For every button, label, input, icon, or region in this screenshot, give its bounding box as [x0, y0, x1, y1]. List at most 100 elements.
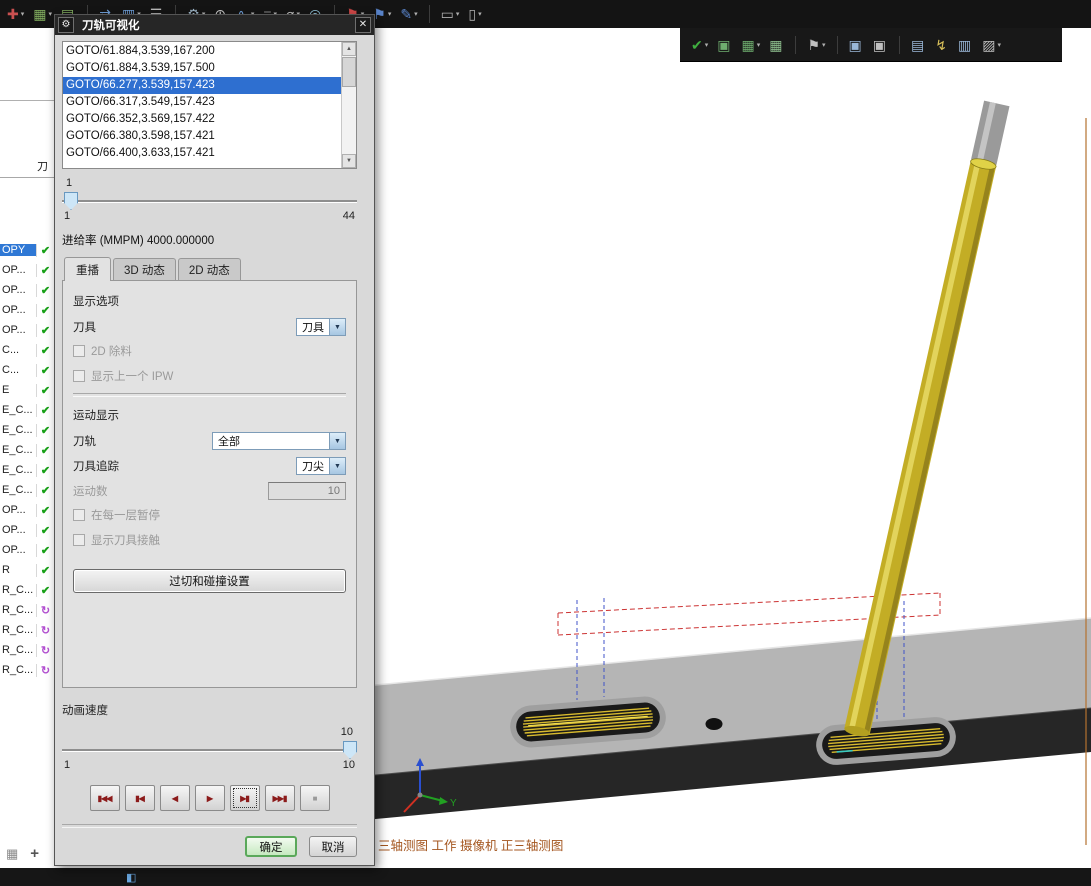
toolbar-icon[interactable]: ▣ — [870, 33, 891, 57]
animation-speed-slider[interactable] — [62, 740, 357, 759]
operation-row[interactable]: E_C... ✔ — [0, 480, 54, 500]
toolbar-icon[interactable]: ↯ — [932, 33, 952, 57]
operation-row[interactable]: OP... ✔ — [0, 260, 54, 280]
toolbar-icon[interactable]: ✎ ▾ — [397, 2, 420, 26]
tool-track-dropdown[interactable]: 刀尖 ▼ — [296, 457, 346, 475]
goto-line[interactable]: GOTO/61.884,3.539,157.500 — [63, 60, 341, 77]
goto-list[interactable]: GOTO/61.884,3.539,167.200 GOTO/61.884,3.5… — [62, 41, 357, 169]
operation-status-icon: ↻ — [36, 643, 54, 657]
dropdown-arrow-icon[interactable]: ▼ — [329, 433, 345, 449]
chevron-down-icon: ▾ — [48, 11, 52, 18]
tab[interactable]: 3D 动态 — [113, 258, 176, 280]
goto-line[interactable]: GOTO/66.277,3.539,157.423 — [63, 77, 341, 94]
toolbar-icon[interactable] — [795, 35, 797, 54]
playback-button[interactable]: ▶▶▮ — [264, 785, 295, 811]
tab[interactable]: 重播 — [64, 257, 111, 281]
progress-slider[interactable] — [62, 191, 357, 210]
operation-row[interactable]: C... ✔ — [0, 340, 54, 360]
cancel-button[interactable]: 取消 — [309, 836, 357, 857]
dialog-settings-button[interactable]: ⚙ — [58, 17, 74, 33]
operation-row[interactable]: E_C... ✔ — [0, 400, 54, 420]
operation-row[interactable]: R_C... ✔ — [0, 580, 54, 600]
slider-track[interactable] — [62, 749, 357, 752]
operation-row[interactable]: E_C... ✔ — [0, 440, 54, 460]
operation-name: OP... — [2, 264, 26, 276]
toolbar-icon[interactable]: ✔ ▾ — [688, 33, 711, 57]
toolbar-icon[interactable]: ✚ ▾ — [4, 2, 27, 26]
operation-row[interactable]: R_C... ↻ — [0, 600, 54, 620]
operation-row[interactable]: R_C... ↻ — [0, 620, 54, 640]
dialog-titlebar[interactable]: ⚙ 刀轨可视化 ✕ — [55, 15, 374, 35]
playback-button[interactable]: ■ — [299, 785, 330, 811]
operation-row[interactable]: OP... ✔ — [0, 500, 54, 520]
slider-thumb[interactable] — [64, 192, 78, 210]
toolbar-icon[interactable]: ▣ — [846, 33, 867, 57]
toolbar-icon-glyph: ▭ — [440, 6, 454, 22]
operation-status-icon: ✔ — [36, 583, 54, 597]
operation-row[interactable]: OP... ✔ — [0, 520, 54, 540]
toolbar-icon[interactable]: ▭ ▾ — [438, 2, 463, 26]
toolbar-icon[interactable] — [428, 5, 430, 23]
operation-status-icon: ↻ — [36, 663, 54, 677]
toolpath-dropdown[interactable]: 全部 ▼ — [212, 432, 346, 450]
goto-line[interactable]: GOTO/66.400,3.633,157.421 — [63, 145, 341, 162]
operation-name: R_C... — [2, 624, 34, 636]
toolbar-icon[interactable]: ▦ ▾ — [30, 2, 55, 26]
dropdown-arrow-icon[interactable]: ▼ — [329, 319, 345, 335]
gouge-collision-settings-button[interactable]: 过切和碰撞设置 — [73, 569, 346, 593]
toolbar-icon[interactable]: ▨ ▾ — [979, 33, 1004, 57]
slider-thumb[interactable] — [343, 741, 357, 759]
goto-line[interactable]: GOTO/66.380,3.598,157.421 — [63, 128, 341, 145]
tool-dropdown[interactable]: 刀具 ▼ — [296, 318, 346, 336]
playback-button[interactable]: ▮◀ — [124, 785, 155, 811]
operation-row[interactable]: R_C... ↻ — [0, 660, 54, 680]
toolbar-icon[interactable]: ⚑ ▾ — [804, 33, 828, 57]
scroll-up-button[interactable]: ▲ — [342, 42, 356, 56]
operation-row[interactable]: OP... ✔ — [0, 320, 54, 340]
toolbar-icon[interactable]: ▦ ▾ — [738, 33, 763, 57]
operation-row[interactable]: OPY ✔ — [0, 240, 54, 260]
operation-row[interactable]: OP... ✔ — [0, 540, 54, 560]
progress-current-value: 1 — [66, 177, 73, 189]
operation-row[interactable]: R_C... ↻ — [0, 640, 54, 660]
toolbar-icon-glyph: ✚ — [7, 6, 19, 22]
goto-line[interactable]: GOTO/61.884,3.539,167.200 — [63, 43, 341, 60]
toolbar-icon-glyph: ✎ — [400, 6, 413, 22]
goto-line[interactable]: GOTO/66.352,3.569,157.422 — [63, 111, 341, 128]
toolbar-icon[interactable] — [899, 35, 901, 54]
goto-line[interactable]: GOTO/66.317,3.549,157.423 — [63, 94, 341, 111]
tab[interactable]: 2D 动态 — [177, 258, 241, 280]
motion-count-input — [268, 482, 346, 500]
operation-row[interactable]: E_C... ✔ — [0, 460, 54, 480]
operation-row[interactable]: OP... ✔ — [0, 280, 54, 300]
playback-button[interactable]: ▶ — [194, 785, 225, 811]
scrollbar-thumb[interactable] — [342, 57, 356, 87]
toolbar-icon[interactable]: ▯ ▾ — [465, 2, 484, 26]
toolbar-icon[interactable] — [836, 35, 838, 54]
dialog-close-button[interactable]: ✕ — [355, 17, 371, 33]
scrollbar-track[interactable] — [342, 56, 356, 154]
playback-button[interactable]: ▮◀◀ — [89, 785, 120, 811]
toolbar-icon[interactable]: ▣ — [714, 33, 735, 57]
plus-icon[interactable]: + — [30, 845, 39, 862]
operation-row[interactable]: OP... ✔ — [0, 300, 54, 320]
slider-track[interactable] — [62, 200, 357, 203]
operation-row[interactable]: E_C... ✔ — [0, 420, 54, 440]
grid-icon[interactable]: ▦ — [6, 846, 18, 862]
operation-status-icon: ✔ — [36, 503, 54, 517]
replay-tab-panel: 显示选项 刀具 刀具 ▼ 2D 除料 显示上一个 IPW 运动显示 刀轨 全部 … — [62, 280, 357, 688]
goto-list-scrollbar[interactable]: ▲ ▼ — [341, 42, 356, 168]
operation-row[interactable]: R ✔ — [0, 560, 54, 580]
ok-button[interactable]: 确定 — [245, 836, 297, 857]
operation-row[interactable]: C... ✔ — [0, 360, 54, 380]
scroll-down-button[interactable]: ▼ — [342, 154, 356, 168]
toolbar-icon[interactable]: ▦ — [766, 33, 787, 57]
playback-button[interactable]: ▶▮ — [229, 785, 260, 811]
playback-button[interactable]: ◀ — [159, 785, 190, 811]
operation-row[interactable]: E ✔ — [0, 380, 54, 400]
toolbar-icon[interactable]: ▥ — [955, 33, 976, 57]
dropdown-arrow-icon[interactable]: ▼ — [329, 458, 345, 474]
toolbar-icon-glyph: ▦ — [741, 36, 755, 53]
toolbar-icon[interactable]: ▤ — [908, 33, 929, 57]
scroll-up-icon: ▲ — [346, 46, 352, 52]
